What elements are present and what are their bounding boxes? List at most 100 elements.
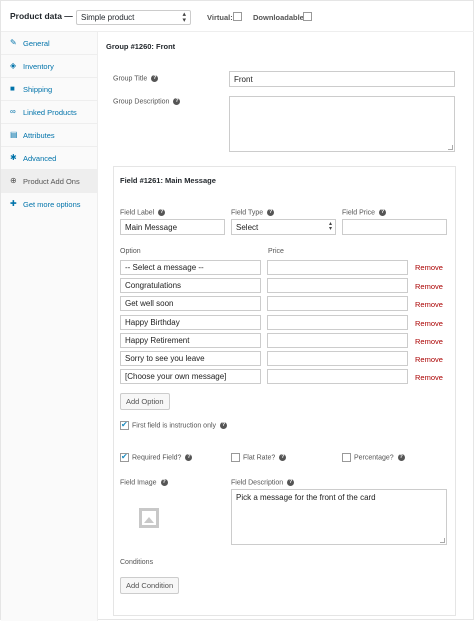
tab-shipping[interactable]: ■ Shipping [1,78,98,101]
help-icon[interactable]: ? [287,479,295,486]
tab-advanced[interactable]: ✱ Advanced [1,147,98,170]
remove-option-link[interactable]: Remove [415,263,443,272]
option-name-input[interactable]: Get well soon [120,296,261,311]
virtual-label: Virtual: [207,13,233,22]
add-option-button[interactable]: Add Option [120,393,170,410]
virtual-checkbox[interactable] [233,12,242,21]
required-label-text: Required Field? [132,454,182,462]
tab-product-add-ons[interactable]: ⊕ Product Add Ons [1,170,98,193]
field-image-label-text: Field Image [120,479,157,487]
option-name-input[interactable]: Sorry to see you leave [120,351,261,366]
select-arrows-icon: ▴ ▾ [182,11,186,24]
tab-linked-products[interactable]: ∞ Linked Products [1,101,98,124]
plus-circle-icon: ⊕ [10,176,17,185]
option-name-input[interactable]: Happy Retirement [120,333,261,348]
panel-title: Product data — [10,11,73,21]
flat-rate-label-text: Flat Rate? [243,454,276,462]
flat-rate-checkbox[interactable] [231,453,240,462]
price-column-header: Price [268,248,284,255]
option-name-input[interactable]: Happy Birthday [120,315,261,330]
group-title-input[interactable]: Front [229,71,455,87]
list-icon: ▤ [10,130,18,139]
field-type-select[interactable]: Select ▴ ▾ [231,219,336,235]
link-icon: ∞ [10,107,16,116]
resize-handle-icon[interactable] [448,145,453,150]
remove-option-link[interactable]: Remove [415,373,443,382]
tab-inventory[interactable]: ◈ Inventory [1,55,98,78]
tab-label: Attributes [23,131,55,140]
select-arrows-icon: ▴ ▾ [328,221,332,232]
wrench-icon: ✎ [10,38,17,47]
tab-label: Linked Products [23,108,77,117]
help-icon[interactable]: ? [379,209,387,216]
flat-rate-label: Flat Rate?? [243,454,287,462]
field-label-label-text: Field Label [120,209,155,217]
conditions-label: Conditions [120,559,154,566]
field-type-label-text: Field Type [231,209,264,217]
option-price-input[interactable] [267,278,408,293]
remove-option-link[interactable]: Remove [415,319,443,328]
required-checkbox[interactable] [120,452,129,462]
field-price-label-text: Field Price [342,209,376,217]
field-price-input[interactable] [342,219,447,235]
tab-label: Product Add Ons [23,177,80,186]
resize-handle-icon[interactable] [440,538,445,543]
tab-label: Shipping [23,85,53,94]
field-label-input[interactable]: Main Message [120,219,225,235]
option-name-input[interactable]: Congratulations [120,278,261,293]
remove-option-link[interactable]: Remove [415,337,443,346]
field-description-textarea[interactable]: Pick a message for the front of the card [231,489,447,545]
tab-label: General [23,39,50,48]
add-condition-button[interactable]: Add Condition [120,577,180,594]
help-icon[interactable]: ? [185,454,193,461]
tag-icon: ◈ [10,61,17,70]
help-icon[interactable]: ? [173,98,181,105]
option-price-input[interactable] [267,369,408,384]
panel-header: Product data — Simple product ▴ ▾ Virtual… [1,1,474,32]
tab-general[interactable]: ✎ General [1,32,98,55]
help-icon[interactable]: ? [267,209,275,216]
help-icon[interactable]: ? [151,75,159,82]
remove-option-link[interactable]: Remove [415,355,443,364]
option-name-input[interactable]: [Choose your own message] [120,369,261,384]
option-price-input[interactable] [267,351,408,366]
downloadable-label: Downloadable: [253,13,307,22]
option-column-header: Option [120,248,141,255]
plugin-icon: ✚ [10,199,17,208]
product-type-value: Simple product [81,13,135,22]
percentage-checkbox[interactable] [342,453,351,462]
help-icon[interactable]: ? [160,479,168,486]
help-icon[interactable]: ? [220,422,228,429]
tab-attributes[interactable]: ▤ Attributes [1,124,98,147]
option-price-input[interactable] [267,333,408,348]
first-instruction-checkbox[interactable] [120,420,129,430]
group-description-textarea[interactable] [229,96,455,152]
remove-option-link[interactable]: Remove [415,300,443,309]
gear-icon: ✱ [10,153,17,162]
downloadable-checkbox[interactable] [303,12,312,21]
first-instruction-label: First field is instruction only? [132,422,228,429]
truck-icon: ■ [10,84,15,93]
option-price-input[interactable] [267,296,408,311]
help-icon[interactable]: ? [397,454,405,461]
help-icon[interactable]: ? [158,209,166,216]
option-price-input[interactable] [267,260,408,275]
remove-option-link[interactable]: Remove [415,282,443,291]
tab-get-more-options[interactable]: ✚ Get more options [1,193,98,216]
group-title-label-text: Group Title [113,75,148,83]
field-description-label: Field Description? [231,479,295,486]
field-price-label: Field Price? [342,209,387,217]
product-type-select[interactable]: Simple product ▴ ▾ [76,10,191,25]
required-label: Required Field?? [132,454,193,462]
group-heading: Group #1260: Front [106,42,176,51]
field-description-value: Pick a message for the front of the card [236,493,376,502]
tab-label: Advanced [23,154,57,163]
image-placeholder-icon[interactable] [139,508,159,528]
option-price-input[interactable] [267,315,408,330]
field-type-label: Field Type? [231,209,275,217]
percentage-label: Percentage?? [354,454,405,461]
help-icon[interactable]: ? [279,454,287,461]
group-description-label: Group Description? [113,98,181,105]
product-data-panel: Product data — Simple product ▴ ▾ Virtual… [0,0,474,621]
option-name-input[interactable]: -- Select a message -- [120,260,261,275]
